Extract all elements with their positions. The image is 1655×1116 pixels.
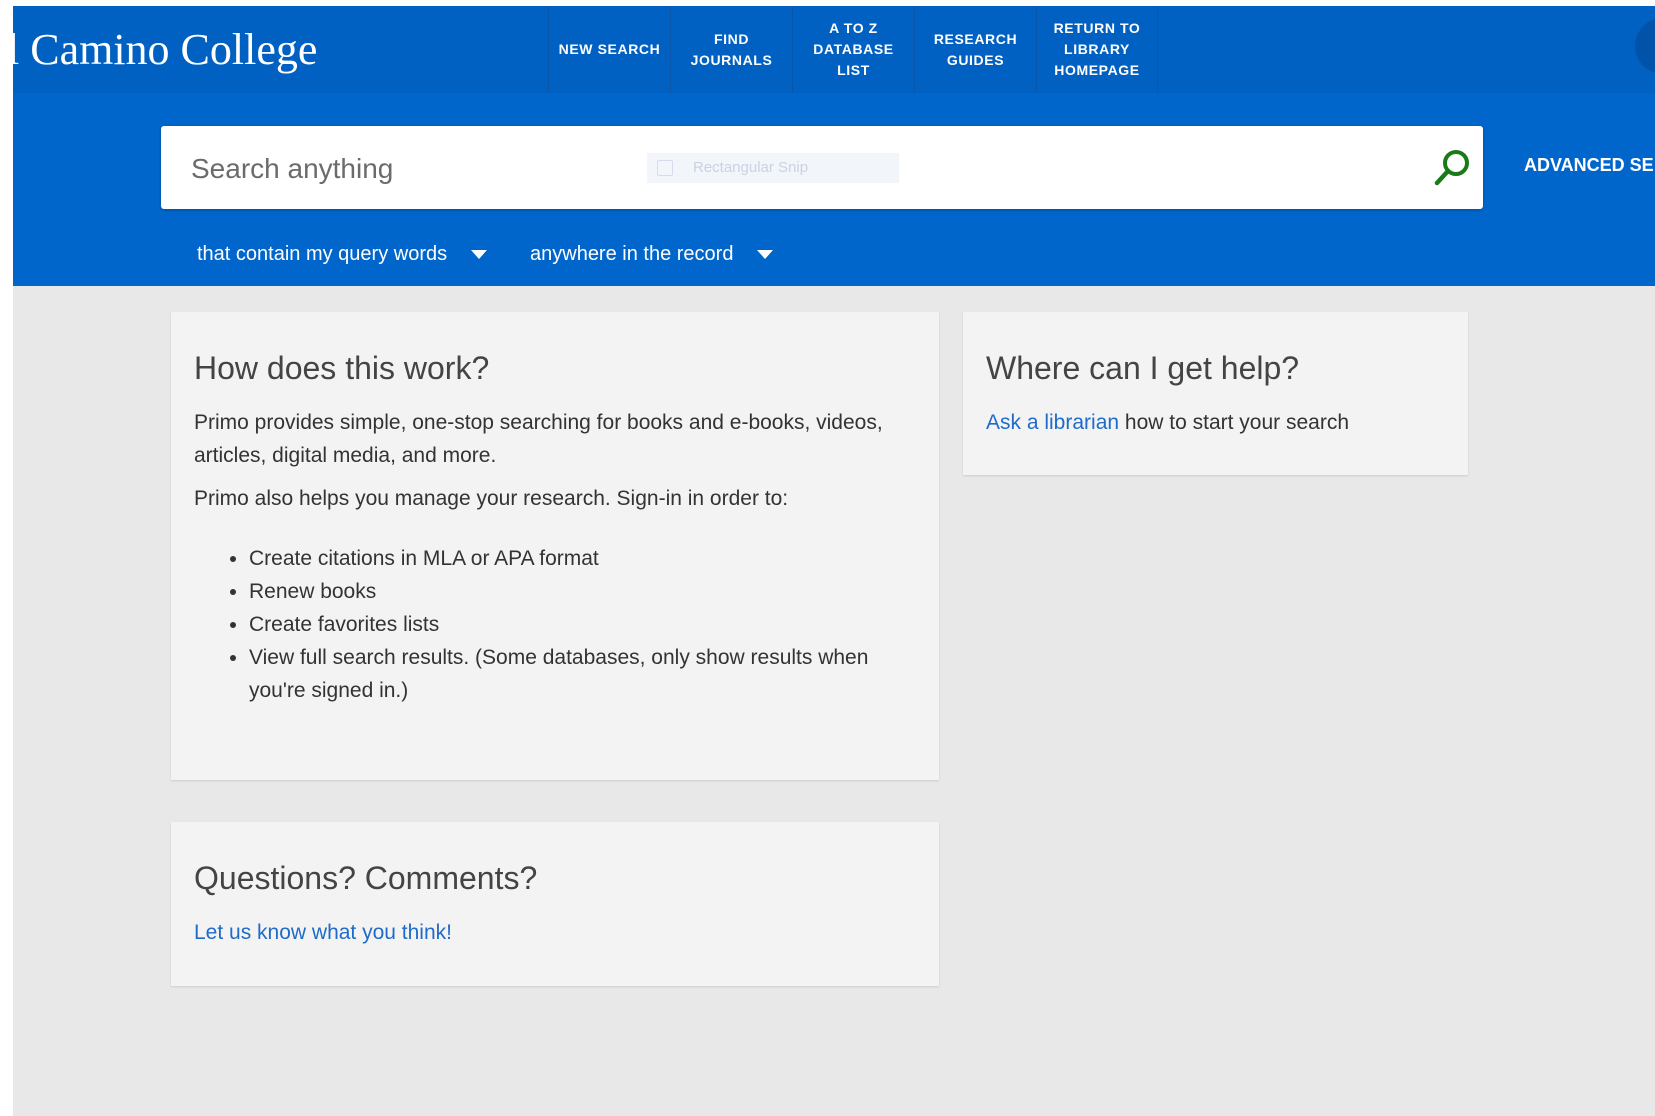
list-item: Create favorites lists [249, 608, 915, 641]
search-button[interactable] [1431, 146, 1475, 190]
search-icon [1434, 150, 1469, 186]
list-item: Renew books [249, 575, 915, 608]
search-box: Rectangular Snip [161, 126, 1483, 211]
college-logo[interactable]: l Camino College [13, 20, 317, 80]
where-can-i-get-help-card: Where can I get help? Ask a librarian ho… [963, 312, 1468, 475]
caret-down-icon [471, 250, 488, 260]
snip-ghost-icon [657, 160, 673, 176]
card-title: Questions? Comments? [194, 860, 538, 896]
nav-find-journals[interactable]: FIND JOURNALS [670, 6, 792, 93]
list-item: Create citations in MLA or APA format [249, 542, 915, 575]
user-avatar[interactable] [1635, 18, 1655, 74]
dropdown-label: that contain my query words [197, 243, 448, 265]
search-band: Rectangular Snip ADVANCED SE that contai… [13, 93, 1655, 286]
nav-research-guides[interactable]: RESEARCH GUIDES [914, 6, 1036, 93]
nav-label: RETURN TO LIBRARY HOMEPAGE [1053, 20, 1141, 78]
help-text: how to start your search [1119, 411, 1349, 434]
benefits-list: Create citations in MLA or APA format Re… [194, 542, 915, 707]
card-paragraph: Primo provides simple, one-stop searchin… [194, 411, 883, 467]
advanced-search-button[interactable]: ADVANCED SE [1524, 155, 1654, 176]
nav-label: FIND JOURNALS [690, 30, 773, 68]
card-title: Where can I get help? [986, 350, 1300, 386]
app-viewport: l Camino College NEW SEARCH FIND JOURNAL… [13, 6, 1655, 1116]
list-item: View full search results. (Some database… [249, 641, 915, 707]
nav-label: NEW SEARCH [558, 41, 661, 57]
nav-label: RESEARCH GUIDES [933, 30, 1018, 68]
questions-comments-card: Questions? Comments? Let us know what yo… [171, 822, 939, 986]
nav-return-to-library-homepage[interactable]: RETURN TO LIBRARY HOMEPAGE [1036, 6, 1158, 93]
top-bar: l Camino College NEW SEARCH FIND JOURNAL… [13, 6, 1655, 93]
query-match-dropdown[interactable]: that contain my query words [197, 238, 488, 270]
search-scope-dropdown[interactable]: anywhere in the record [530, 238, 774, 270]
nav-label: A TO Z DATABASE LIST [813, 20, 894, 78]
card-paragraph: Primo also helps you manage your researc… [194, 487, 789, 510]
card-paragraph: Let us know what you think! [194, 916, 915, 949]
card-title: How does this work? [194, 350, 490, 386]
snip-ghost-label: Rectangular Snip [693, 159, 809, 176]
how-does-this-work-card: How does this work? Primo provides simpl… [171, 312, 939, 780]
card-paragraph: Ask a librarian how to start your search [986, 406, 1446, 439]
caret-down-icon [757, 250, 774, 260]
snip-ghost-overlay: Rectangular Snip [647, 153, 899, 183]
nav-new-search[interactable]: NEW SEARCH [548, 6, 670, 93]
ask-a-librarian-link[interactable]: Ask a librarian [986, 411, 1119, 434]
nav-a-to-z-database-list[interactable]: A TO Z DATABASE LIST [792, 6, 914, 93]
dropdown-label: anywhere in the record [530, 243, 734, 265]
feedback-link[interactable]: Let us know what you think! [194, 921, 452, 944]
